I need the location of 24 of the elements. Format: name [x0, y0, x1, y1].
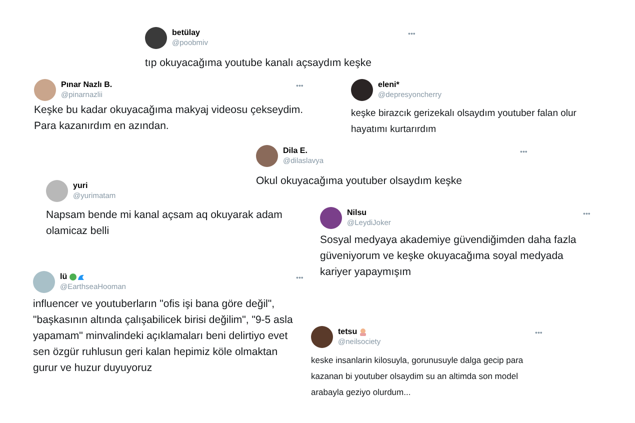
tweet-text: Keşke bu kadar okuyacağıma makyaj videosu çekseydim. Para kazanırdım en azından. — [34, 103, 304, 134]
avatar — [311, 326, 333, 348]
avatar — [320, 207, 342, 229]
tweet-text: keske insanlarin kilosuyla, gorunusuyle dalga gecip para kazanan bi youtuber olsaydim su an altimda son model arabayla geziyo olurdum... — [311, 354, 524, 399]
tweet-text: Napsam bende mi kanal açsam aq okuyarak adam olamicaz belli — [46, 208, 282, 239]
avatar — [33, 271, 55, 293]
avatar — [351, 79, 373, 101]
user-name: lü — [60, 272, 68, 282]
user-name: Nilsu — [347, 208, 367, 218]
user-name: Dila E. — [283, 146, 308, 156]
user-name: yuri — [73, 181, 88, 191]
avatar — [256, 145, 278, 167]
tweet-text: influencer ve youtuberların "ofis işi bana göre değil", "başkasının altında çalışabilicek birisi değilim", "9-5 asla yapamam" minvalindeki açıklamaları beni delirtiyo evet sen özgür ruhlusun geri kalan hepimiz köle olmaktan gurur ve huzur duyuyoruz — [33, 297, 293, 376]
user-name: Pınar Nazlı B. — [61, 80, 112, 90]
user-name: eleni* — [378, 80, 400, 90]
user-name: betülay — [172, 28, 200, 38]
tweet-text: tıp okuyacağıma youtube kanalı açsaydım keşke — [145, 56, 372, 71]
avatar — [34, 79, 56, 101]
tweet-text: keşke birazcık gerizekalı olsaydım youtuber falan olur hayatımı kurtarırdım — [351, 107, 576, 137]
tweet-text: Sosyal medyaya akademiye güvendiğimden daha fazla güveniyorum ve keşke okuyacağıma soyal medyada kariyer yapaymışım — [320, 233, 576, 280]
user-name: tetsu — [338, 327, 358, 337]
avatar — [145, 27, 167, 49]
avatar — [46, 180, 68, 202]
tweet-text: Okul okuyacağıma youtuber olsaydım keşke — [256, 174, 462, 189]
